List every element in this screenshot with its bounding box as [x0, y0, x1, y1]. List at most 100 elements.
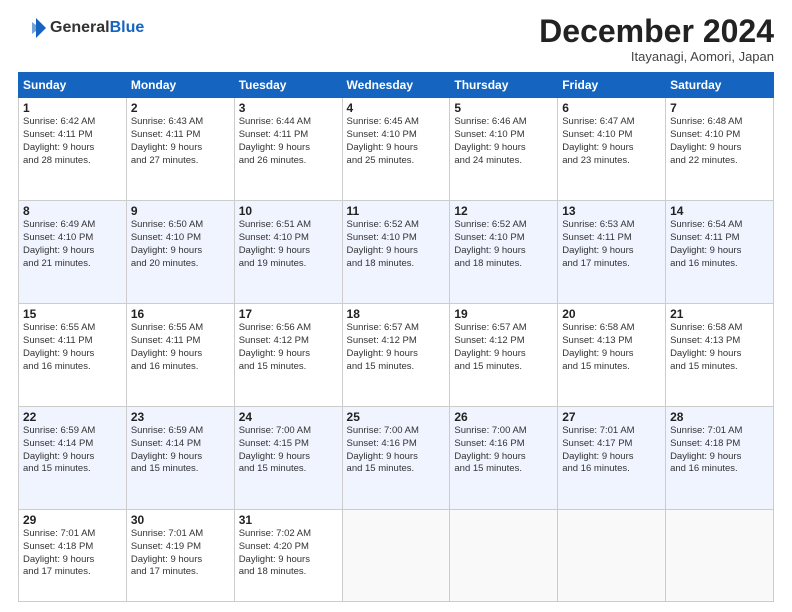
- logo-icon: [18, 14, 46, 42]
- day-info: Sunrise: 6:54 AMSunset: 4:11 PMDaylight:…: [670, 219, 769, 270]
- day-number: 20: [562, 307, 661, 321]
- table-row: [342, 510, 450, 602]
- col-thursday: Thursday: [450, 73, 558, 98]
- title-block: December 2024 Itayanagi, Aomori, Japan: [539, 14, 774, 64]
- day-number: 6: [562, 101, 661, 115]
- day-info: Sunrise: 7:00 AMSunset: 4:16 PMDaylight:…: [454, 425, 553, 476]
- day-info: Sunrise: 6:59 AMSunset: 4:14 PMDaylight:…: [131, 425, 230, 476]
- day-number: 26: [454, 410, 553, 424]
- table-row: 1Sunrise: 6:42 AMSunset: 4:11 PMDaylight…: [19, 98, 127, 201]
- day-number: 22: [23, 410, 122, 424]
- table-row: 13Sunrise: 6:53 AMSunset: 4:11 PMDayligh…: [558, 201, 666, 304]
- day-info: Sunrise: 6:45 AMSunset: 4:10 PMDaylight:…: [347, 116, 446, 167]
- day-number: 3: [239, 101, 338, 115]
- table-row: [666, 510, 774, 602]
- month-title: December 2024: [539, 14, 774, 49]
- col-friday: Friday: [558, 73, 666, 98]
- table-row: 2Sunrise: 6:43 AMSunset: 4:11 PMDaylight…: [126, 98, 234, 201]
- day-info: Sunrise: 7:00 AMSunset: 4:16 PMDaylight:…: [347, 425, 446, 476]
- table-row: 21Sunrise: 6:58 AMSunset: 4:13 PMDayligh…: [666, 304, 774, 407]
- col-wednesday: Wednesday: [342, 73, 450, 98]
- day-info: Sunrise: 6:50 AMSunset: 4:10 PMDaylight:…: [131, 219, 230, 270]
- col-monday: Monday: [126, 73, 234, 98]
- col-sunday: Sunday: [19, 73, 127, 98]
- day-number: 1: [23, 101, 122, 115]
- table-row: 19Sunrise: 6:57 AMSunset: 4:12 PMDayligh…: [450, 304, 558, 407]
- day-number: 15: [23, 307, 122, 321]
- table-row: 26Sunrise: 7:00 AMSunset: 4:16 PMDayligh…: [450, 407, 558, 510]
- day-info: Sunrise: 6:55 AMSunset: 4:11 PMDaylight:…: [131, 322, 230, 373]
- table-row: 8Sunrise: 6:49 AMSunset: 4:10 PMDaylight…: [19, 201, 127, 304]
- table-row: 20Sunrise: 6:58 AMSunset: 4:13 PMDayligh…: [558, 304, 666, 407]
- table-row: 17Sunrise: 6:56 AMSunset: 4:12 PMDayligh…: [234, 304, 342, 407]
- table-row: 22Sunrise: 6:59 AMSunset: 4:14 PMDayligh…: [19, 407, 127, 510]
- day-info: Sunrise: 7:00 AMSunset: 4:15 PMDaylight:…: [239, 425, 338, 476]
- day-number: 7: [670, 101, 769, 115]
- table-row: 7Sunrise: 6:48 AMSunset: 4:10 PMDaylight…: [666, 98, 774, 201]
- logo-general-text: General: [50, 19, 110, 37]
- table-row: 15Sunrise: 6:55 AMSunset: 4:11 PMDayligh…: [19, 304, 127, 407]
- location-subtitle: Itayanagi, Aomori, Japan: [539, 49, 774, 64]
- day-number: 23: [131, 410, 230, 424]
- header: GeneralBlue December 2024 Itayanagi, Aom…: [18, 14, 774, 64]
- day-number: 12: [454, 204, 553, 218]
- day-number: 28: [670, 410, 769, 424]
- table-row: 25Sunrise: 7:00 AMSunset: 4:16 PMDayligh…: [342, 407, 450, 510]
- header-row: Sunday Monday Tuesday Wednesday Thursday…: [19, 73, 774, 98]
- col-saturday: Saturday: [666, 73, 774, 98]
- calendar-row-3: 15Sunrise: 6:55 AMSunset: 4:11 PMDayligh…: [19, 304, 774, 407]
- table-row: 5Sunrise: 6:46 AMSunset: 4:10 PMDaylight…: [450, 98, 558, 201]
- table-row: 31Sunrise: 7:02 AMSunset: 4:20 PMDayligh…: [234, 510, 342, 602]
- day-info: Sunrise: 6:49 AMSunset: 4:10 PMDaylight:…: [23, 219, 122, 270]
- table-row: 24Sunrise: 7:00 AMSunset: 4:15 PMDayligh…: [234, 407, 342, 510]
- day-info: Sunrise: 6:44 AMSunset: 4:11 PMDaylight:…: [239, 116, 338, 167]
- table-row: 12Sunrise: 6:52 AMSunset: 4:10 PMDayligh…: [450, 201, 558, 304]
- table-row: [450, 510, 558, 602]
- day-number: 19: [454, 307, 553, 321]
- day-info: Sunrise: 7:01 AMSunset: 4:18 PMDaylight:…: [23, 528, 122, 579]
- calendar-page: GeneralBlue December 2024 Itayanagi, Aom…: [0, 0, 792, 612]
- day-info: Sunrise: 6:55 AMSunset: 4:11 PMDaylight:…: [23, 322, 122, 373]
- day-number: 13: [562, 204, 661, 218]
- day-info: Sunrise: 6:47 AMSunset: 4:10 PMDaylight:…: [562, 116, 661, 167]
- table-row: 3Sunrise: 6:44 AMSunset: 4:11 PMDaylight…: [234, 98, 342, 201]
- table-row: 14Sunrise: 6:54 AMSunset: 4:11 PMDayligh…: [666, 201, 774, 304]
- calendar-row-4: 22Sunrise: 6:59 AMSunset: 4:14 PMDayligh…: [19, 407, 774, 510]
- table-row: 23Sunrise: 6:59 AMSunset: 4:14 PMDayligh…: [126, 407, 234, 510]
- day-info: Sunrise: 6:57 AMSunset: 4:12 PMDaylight:…: [454, 322, 553, 373]
- day-number: 31: [239, 513, 338, 527]
- day-info: Sunrise: 7:01 AMSunset: 4:17 PMDaylight:…: [562, 425, 661, 476]
- calendar-row-1: 1Sunrise: 6:42 AMSunset: 4:11 PMDaylight…: [19, 98, 774, 201]
- day-number: 27: [562, 410, 661, 424]
- day-number: 8: [23, 204, 122, 218]
- day-info: Sunrise: 7:02 AMSunset: 4:20 PMDaylight:…: [239, 528, 338, 579]
- day-number: 18: [347, 307, 446, 321]
- day-number: 21: [670, 307, 769, 321]
- table-row: [558, 510, 666, 602]
- day-number: 29: [23, 513, 122, 527]
- day-info: Sunrise: 6:52 AMSunset: 4:10 PMDaylight:…: [347, 219, 446, 270]
- logo-text: GeneralBlue: [50, 19, 144, 37]
- table-row: 30Sunrise: 7:01 AMSunset: 4:19 PMDayligh…: [126, 510, 234, 602]
- day-number: 14: [670, 204, 769, 218]
- calendar-row-2: 8Sunrise: 6:49 AMSunset: 4:10 PMDaylight…: [19, 201, 774, 304]
- col-tuesday: Tuesday: [234, 73, 342, 98]
- day-info: Sunrise: 6:46 AMSunset: 4:10 PMDaylight:…: [454, 116, 553, 167]
- table-row: 6Sunrise: 6:47 AMSunset: 4:10 PMDaylight…: [558, 98, 666, 201]
- table-row: 18Sunrise: 6:57 AMSunset: 4:12 PMDayligh…: [342, 304, 450, 407]
- day-info: Sunrise: 6:48 AMSunset: 4:10 PMDaylight:…: [670, 116, 769, 167]
- day-number: 17: [239, 307, 338, 321]
- day-info: Sunrise: 6:58 AMSunset: 4:13 PMDaylight:…: [670, 322, 769, 373]
- day-info: Sunrise: 7:01 AMSunset: 4:18 PMDaylight:…: [670, 425, 769, 476]
- day-number: 25: [347, 410, 446, 424]
- day-info: Sunrise: 6:58 AMSunset: 4:13 PMDaylight:…: [562, 322, 661, 373]
- day-number: 10: [239, 204, 338, 218]
- day-info: Sunrise: 6:57 AMSunset: 4:12 PMDaylight:…: [347, 322, 446, 373]
- logo: GeneralBlue: [18, 14, 144, 42]
- table-row: 9Sunrise: 6:50 AMSunset: 4:10 PMDaylight…: [126, 201, 234, 304]
- day-number: 2: [131, 101, 230, 115]
- day-info: Sunrise: 6:59 AMSunset: 4:14 PMDaylight:…: [23, 425, 122, 476]
- table-row: 10Sunrise: 6:51 AMSunset: 4:10 PMDayligh…: [234, 201, 342, 304]
- day-number: 4: [347, 101, 446, 115]
- logo-blue-text: Blue: [110, 19, 145, 37]
